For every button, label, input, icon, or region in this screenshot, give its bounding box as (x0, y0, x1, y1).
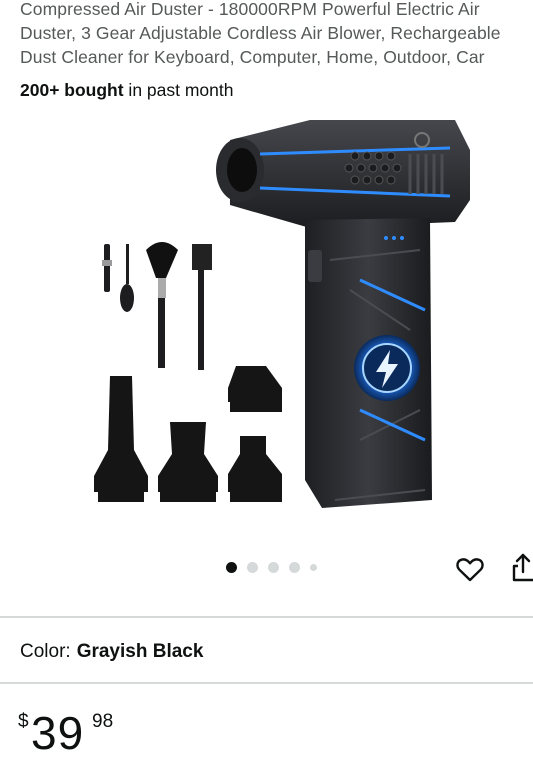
cleaning-brushes (102, 242, 212, 370)
carousel-dot[interactable] (268, 561, 279, 573)
bought-count: 200+ bought (20, 80, 124, 100)
product-title-line: Dust Cleaner for Keyboard, Computer, Hom… (20, 47, 485, 67)
carousel-dot[interactable] (310, 563, 317, 571)
price-currency-symbol: $ (18, 711, 29, 732)
carousel-dot[interactable] (289, 561, 300, 573)
carousel-dot[interactable] (247, 561, 258, 573)
product-title-line: Compressed Air Duster - 180000RPM Powerf… (20, 0, 480, 19)
product-title-line: Duster, 3 Gear Adjustable Cordless Air B… (20, 23, 501, 43)
carousel-dot[interactable] (226, 561, 237, 573)
bought-in-past-month: 200+ bought in past month (20, 78, 233, 102)
color-label: Color: (20, 641, 71, 662)
share-icon[interactable] (509, 550, 533, 584)
bought-period: in past month (123, 80, 234, 100)
blower-handle (305, 218, 432, 508)
section-divider (0, 682, 533, 684)
image-carousel-dots (226, 560, 317, 574)
price-fraction: 98 (92, 711, 114, 732)
product-image[interactable] (60, 110, 500, 530)
price-whole: 39 (31, 707, 85, 759)
heart-icon[interactable] (454, 553, 486, 585)
blower-head (216, 120, 470, 228)
section-divider (0, 616, 533, 618)
color-value: Grayish Black (76, 641, 204, 662)
product-title: Compressed Air Duster - 180000RPM Powerf… (20, 0, 533, 69)
nozzle-attachments (94, 366, 282, 502)
color-selector[interactable]: Color: Grayish Black (20, 638, 203, 666)
